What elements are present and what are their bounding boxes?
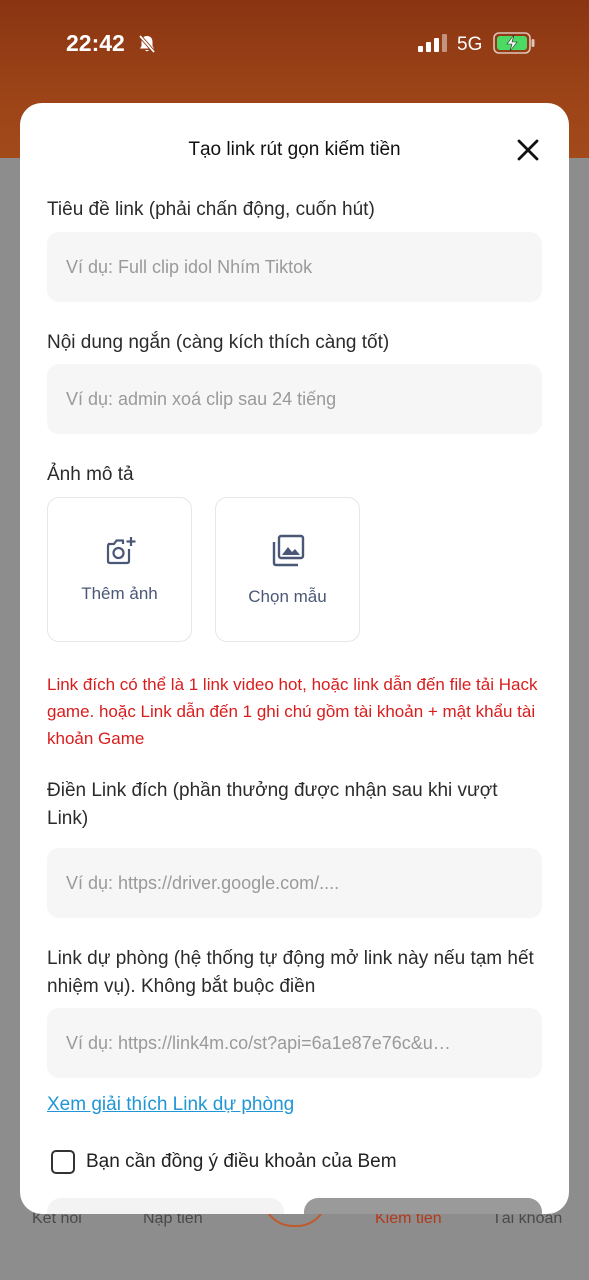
terms-label: Bạn cần đồng ý điều khoản của Bem [86,1151,397,1172]
target-link-warning: Link đích có thể là 1 link video hot, ho… [47,675,538,748]
add-photo-label: Thêm ảnh [81,584,158,603]
short-content-label: Nội dung ngắn (càng kích thích càng tốt) [47,332,390,353]
gallery-icon [272,534,305,567]
short-content-input[interactable] [47,364,542,434]
add-photo-button[interactable]: Thêm ảnh [47,497,192,642]
terms-checkbox[interactable] [51,1150,75,1174]
camera-add-icon [106,537,136,565]
signal-icon [418,34,447,52]
link-title-input[interactable] [47,232,542,302]
target-link-label: Điền Link đích (phần thưởng được nhận sa… [47,780,498,829]
backup-link-label: Link dự phòng (hệ thống tự động mở link … [47,948,534,997]
backup-link-input[interactable] [47,1008,542,1078]
create-link-modal: Tạo link rút gọn kiếm tiền Tiêu đề link … [20,103,569,1214]
submit-button[interactable] [304,1198,542,1214]
choose-template-button[interactable]: Chọn mẫu [215,497,360,642]
bell-muted-icon [138,34,156,54]
choose-template-label: Chọn mẫu [248,587,327,606]
cancel-button[interactable] [47,1198,284,1214]
close-icon[interactable] [514,136,542,164]
link-title-label: Tiêu đề link (phải chấn động, cuốn hút) [47,199,375,220]
image-section-label: Ảnh mô tả [47,464,134,485]
network-type: 5G [457,34,483,55]
backup-link-help-link[interactable]: Xem giải thích Link dự phòng [47,1094,294,1116]
battery-charging-icon [493,32,535,54]
status-time: 22:42 [66,30,125,56]
modal-title: Tạo link rút gọn kiếm tiền [188,139,401,160]
target-link-input[interactable] [47,848,542,918]
